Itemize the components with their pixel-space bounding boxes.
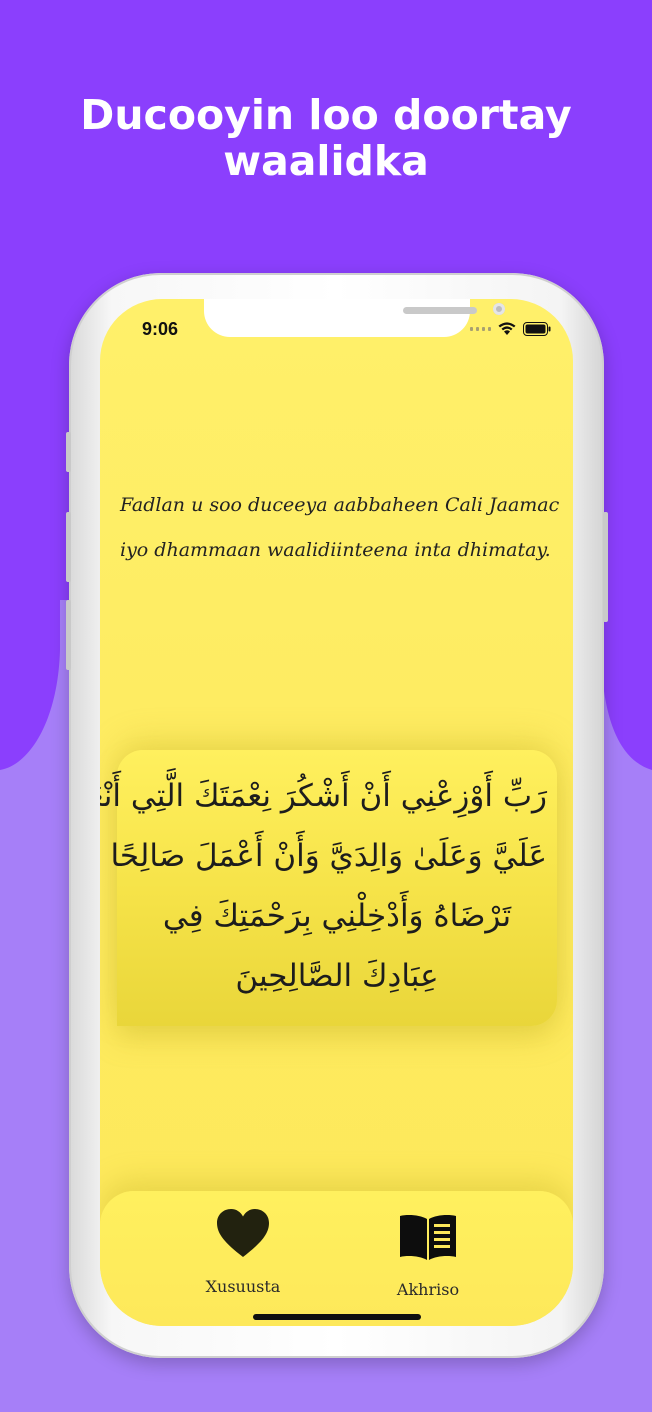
bottom-tab-bar: Xusuusta Akhriso xyxy=(100,1191,573,1326)
dua-line-3: تَرْضَاهُ وَأَدْخِلْنِي بِرَحْمَتِكَ فِي xyxy=(162,898,512,934)
front-camera xyxy=(493,303,505,315)
dua-line-4: عِبَادِكَ الصَّالِحِينَ xyxy=(235,958,439,994)
dua-arabic-text: رَبِّ أَوْزِعْنِي أَنْ أَشْكُرَ نِعْمَتَ… xyxy=(100,766,547,1006)
status-icons xyxy=(470,321,551,336)
memorial-message: Fadlan u soo duceeya aabbaheen Cali Jaam… xyxy=(120,483,560,573)
phone-volume-down xyxy=(66,600,71,670)
book-icon xyxy=(400,1215,456,1260)
home-indicator[interactable] xyxy=(253,1314,421,1320)
phone-mute-switch xyxy=(66,432,71,472)
signal-dots-icon xyxy=(470,326,491,331)
phone-notch xyxy=(204,299,505,337)
status-time: 9:06 xyxy=(142,319,179,339)
message-line-1: Fadlan u soo duceeya aabbaheen Cali Jaam… xyxy=(120,494,560,516)
dua-line-1: رَبِّ أَوْزِعْنِي أَنْ أَشْكُرَ نِعْمَتَ… xyxy=(100,778,547,814)
dua-line-2: عَلَيَّ وَعَلَىٰ وَالِدَيَّ وَأَنْ أَعْم… xyxy=(110,838,547,874)
headline-line-2: waalidka xyxy=(223,137,429,185)
message-line-2: iyo dhammaan waalidiinteena inta dhimata… xyxy=(120,539,551,561)
tab-read[interactable]: Akhriso xyxy=(353,1207,503,1299)
battery-icon xyxy=(523,321,551,336)
heart-icon xyxy=(217,1209,269,1257)
tab-favorites[interactable]: Xusuusta xyxy=(168,1207,318,1296)
phone-screen: 9:06 Fadlan u soo duceeya aabbaheen Cali… xyxy=(100,299,573,1326)
phone-volume-up xyxy=(66,512,71,582)
phone-power-button xyxy=(603,512,608,622)
wifi-icon xyxy=(498,322,516,335)
dua-card: رَبِّ أَوْزِعْنِي أَنْ أَشْكُرَ نِعْمَتَ… xyxy=(100,750,557,1026)
page-headline: Ducooyin loo doortay waalidka xyxy=(0,92,652,184)
speaker-grille xyxy=(403,307,477,314)
headline-line-1: Ducooyin loo doortay xyxy=(80,91,572,139)
tab-favorites-label: Xusuusta xyxy=(205,1277,281,1296)
tab-read-label: Akhriso xyxy=(396,1280,460,1299)
